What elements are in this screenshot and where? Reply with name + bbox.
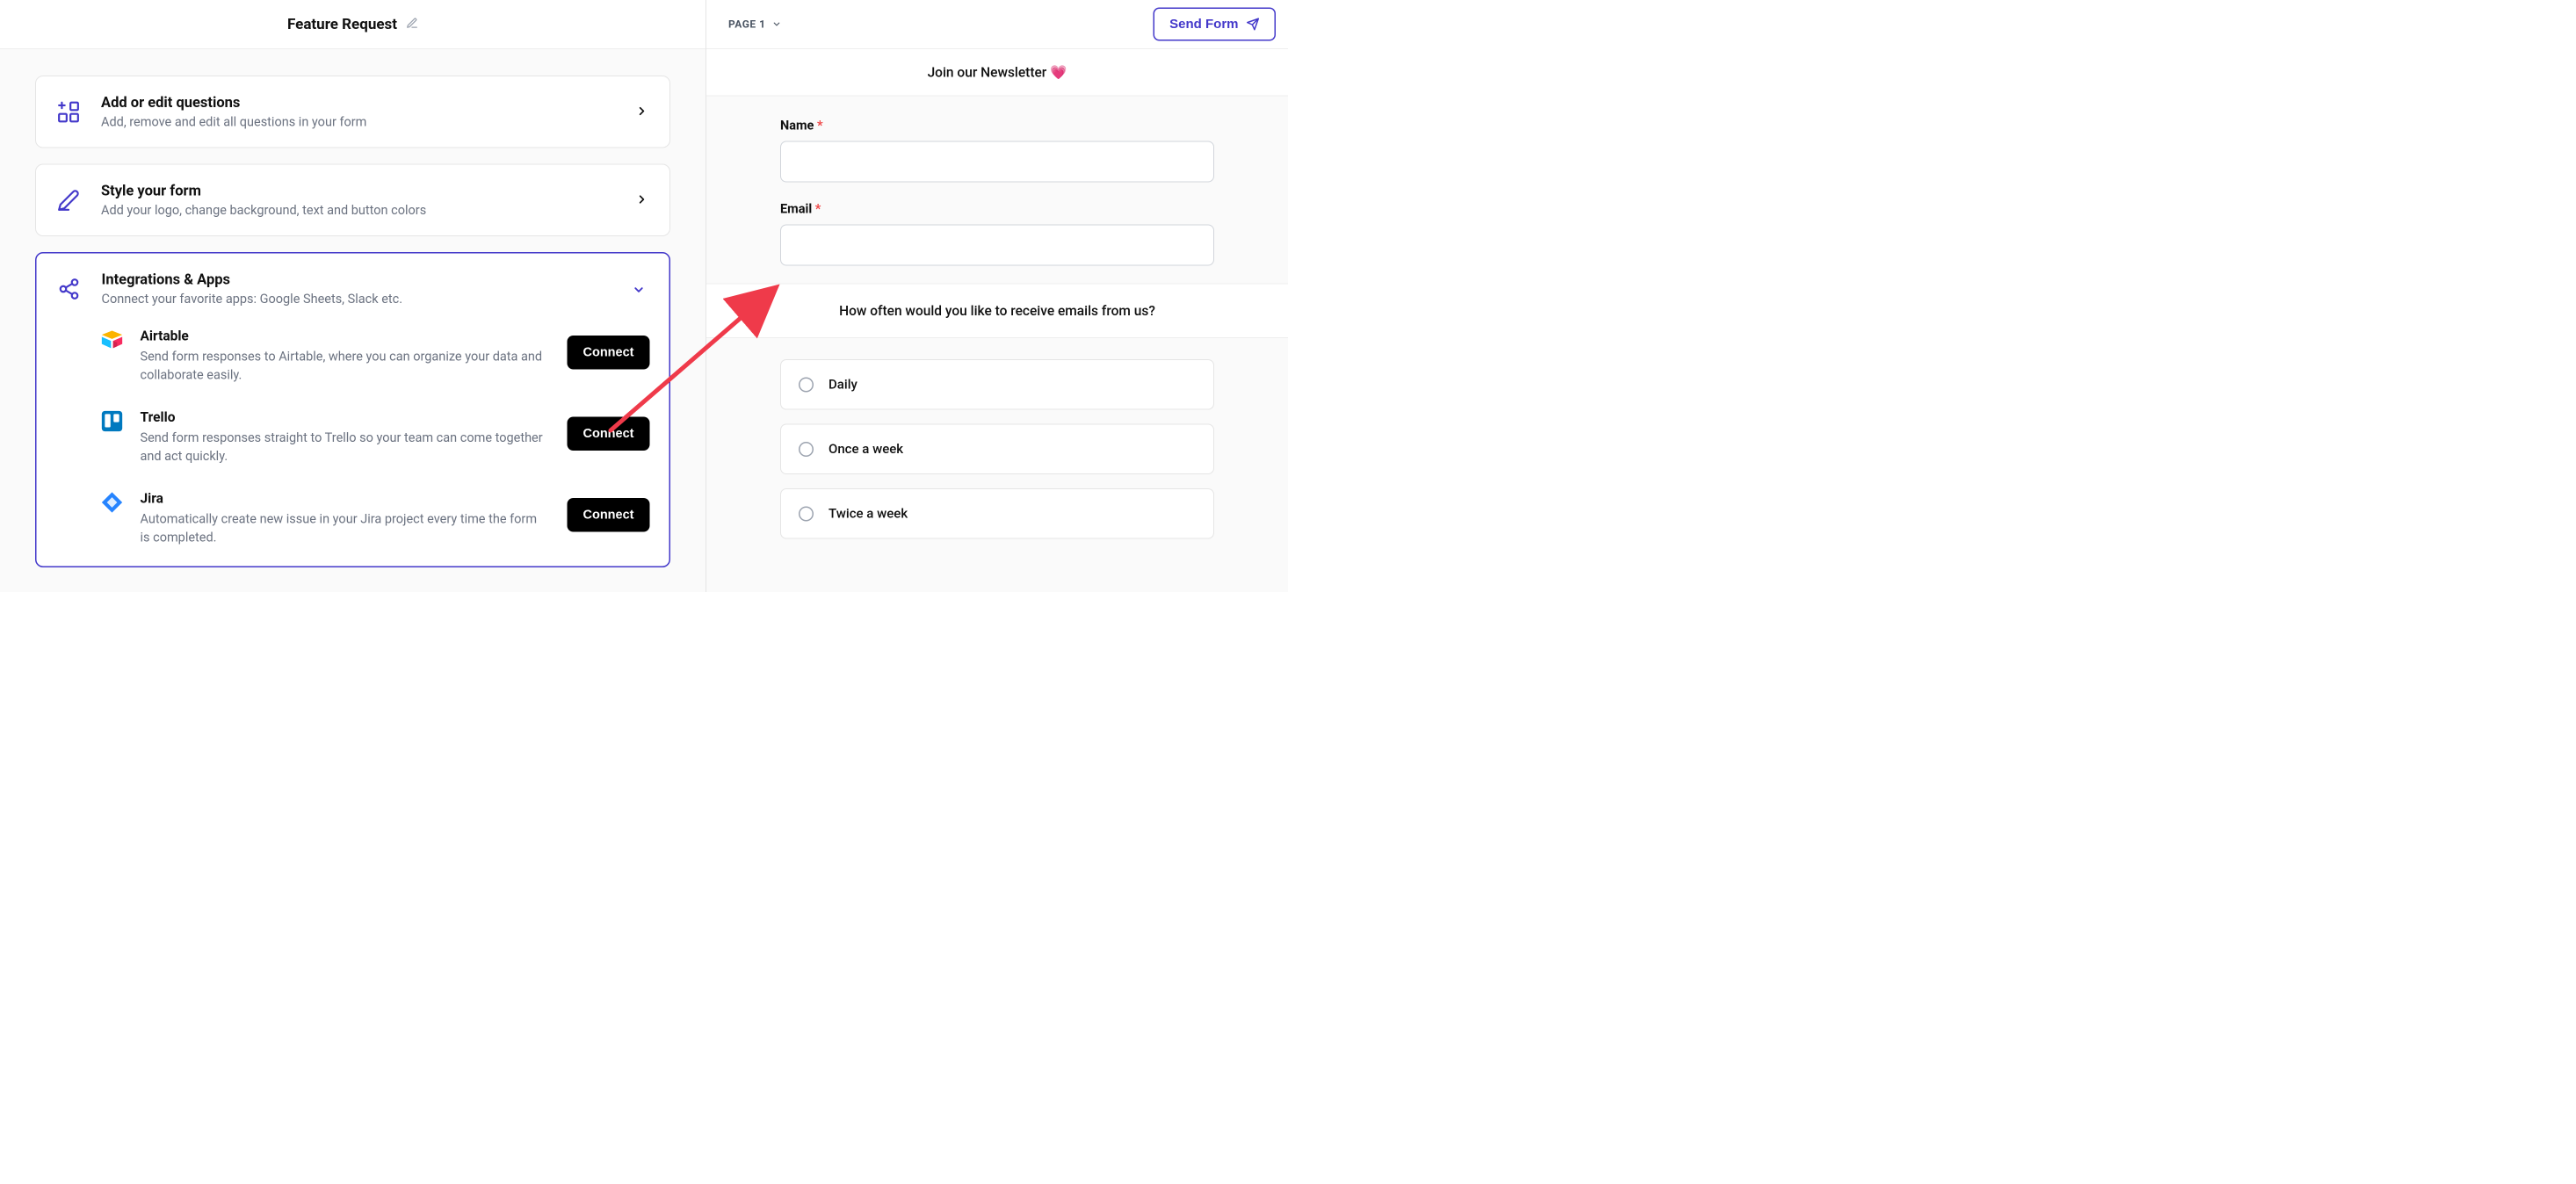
integration-name: Airtable (141, 328, 549, 344)
send-icon (1247, 18, 1260, 31)
questions-icon (55, 98, 82, 125)
send-form-button[interactable]: Send Form (1154, 8, 1276, 41)
integrations-list: Airtable Send form responses to Airtable… (56, 328, 650, 547)
option-label: Twice a week (829, 506, 908, 522)
option-label: Daily (829, 377, 857, 393)
card-questions[interactable]: Add or edit questions Add, remove and ed… (35, 76, 670, 148)
editor-panel: Feature Request Add or edit questions (0, 0, 706, 592)
option-twice-a-week[interactable]: Twice a week (780, 488, 1214, 539)
card-questions-title: Add or edit questions (101, 94, 366, 112)
form-title: Feature Request (287, 16, 397, 33)
card-integrations-desc: Connect your favorite apps: Google Sheet… (102, 292, 403, 307)
integration-desc: Automatically create new issue in your J… (141, 510, 549, 547)
integration-trello: Trello Send form responses straight to T… (100, 409, 650, 466)
preview-panel: PAGE 1 Send Form Join our Newsletter 💗 N… (706, 0, 1288, 592)
card-style-desc: Add your logo, change background, text a… (101, 203, 426, 218)
editor-header: Feature Request (0, 0, 706, 49)
email-label-text: Email (780, 202, 812, 217)
option-label: Once a week (829, 442, 903, 458)
card-integrations[interactable]: Integrations & Apps Connect your favorit… (35, 252, 670, 567)
connect-airtable-button[interactable]: Connect (568, 336, 650, 370)
option-daily[interactable]: Daily (780, 359, 1214, 410)
name-label-text: Name (780, 119, 814, 134)
card-style-title: Style your form (101, 183, 426, 200)
integrations-icon (56, 276, 83, 302)
chevron-down-icon[interactable] (633, 284, 646, 299)
page-selector-label: PAGE 1 (728, 18, 766, 31)
edit-title-icon[interactable] (406, 18, 418, 32)
frequency-options: Daily Once a week Twice a week (706, 338, 1288, 539)
page-selector[interactable]: PAGE 1 (728, 18, 782, 31)
field-name: Name * (780, 119, 1214, 183)
integration-jira: Jira Automatically create new issue in y… (100, 490, 650, 547)
name-input[interactable] (780, 141, 1214, 183)
card-questions-desc: Add, remove and edit all questions in yo… (101, 115, 366, 130)
option-once-a-week[interactable]: Once a week (780, 424, 1214, 475)
chevron-down-icon (772, 19, 782, 29)
editor-body: Add or edit questions Add, remove and ed… (0, 49, 706, 592)
integration-desc: Send form responses to Airtable, where y… (141, 348, 549, 385)
email-input[interactable] (780, 225, 1214, 266)
preview-form-fields: Name * Email * (706, 97, 1288, 285)
send-form-label: Send Form (1169, 17, 1238, 32)
chevron-right-icon (635, 192, 648, 207)
email-label: Email * (780, 202, 1214, 217)
connect-jira-button[interactable]: Connect (568, 498, 650, 532)
integration-name: Trello (141, 409, 549, 426)
radio-icon (799, 377, 814, 392)
field-email: Email * (780, 202, 1214, 266)
style-icon (55, 187, 82, 213)
integration-airtable: Airtable Send form responses to Airtable… (100, 328, 650, 385)
integration-desc: Send form responses straight to Trello s… (141, 429, 549, 466)
preview-header: PAGE 1 Send Form (706, 0, 1288, 49)
chevron-right-icon (635, 105, 648, 119)
radio-icon (799, 442, 814, 457)
trello-icon (100, 409, 125, 434)
jira-icon (100, 490, 125, 515)
preview-form-title: Join our Newsletter 💗 (706, 49, 1288, 97)
integration-name: Jira (141, 490, 549, 507)
name-label: Name * (780, 119, 1214, 134)
card-integrations-title: Integrations & Apps (102, 271, 403, 289)
required-indicator: * (815, 202, 821, 217)
airtable-icon (100, 328, 125, 352)
required-indicator: * (817, 119, 823, 134)
radio-icon (799, 506, 814, 521)
card-style[interactable]: Style your form Add your logo, change ba… (35, 164, 670, 237)
connect-trello-button[interactable]: Connect (568, 417, 650, 451)
frequency-question: How often would you like to receive emai… (706, 285, 1288, 339)
